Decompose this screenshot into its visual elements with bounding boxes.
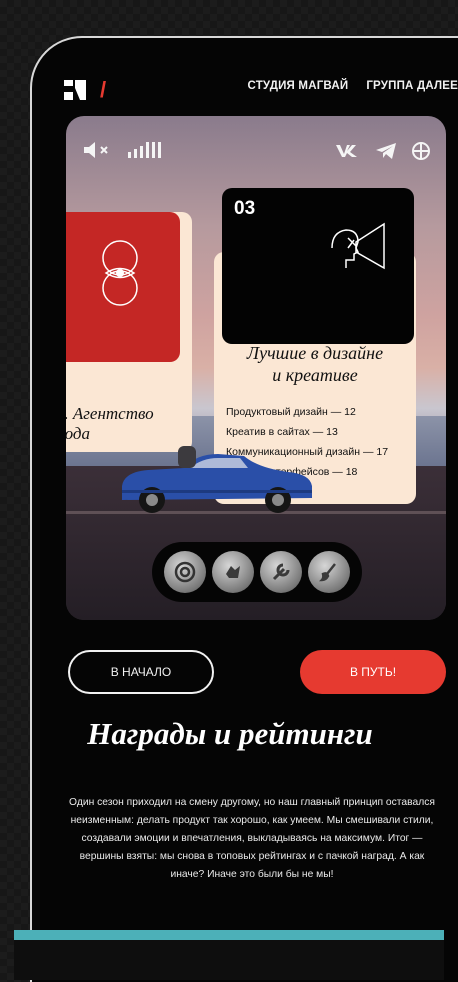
vk-icon[interactable] [336, 144, 360, 158]
sound-controls [84, 142, 161, 158]
logo-icon[interactable] [64, 80, 86, 100]
brush-badge-icon[interactable] [308, 551, 350, 593]
top-nav: СТУДИЯ МАГВАЙ ГРУППА ДАЛЕЕ [247, 80, 458, 92]
award-card-left-cover [66, 212, 180, 362]
slash-divider: / [100, 77, 107, 102]
target-badge-icon[interactable] [164, 551, 206, 593]
mute-icon[interactable] [84, 142, 114, 158]
award-item: Продуктовый дизайн — 12 [226, 406, 356, 418]
volume-bars-icon[interactable] [128, 142, 161, 158]
award-card-main-title: Лучшие в дизайне и креативе [246, 343, 384, 385]
start-journey-button[interactable]: В ПУТЬ! [300, 650, 446, 694]
illustration-scene: г. Агентство года Лучшие в дизайне и кре… [66, 116, 446, 620]
top-bar: / СТУДИЯ МАГВАЙ ГРУППА ДАЛЕЕ [64, 78, 458, 102]
globe-icon[interactable] [412, 142, 430, 160]
award-card-main-cover: 03 [222, 188, 414, 344]
award-card-number: 03 [234, 198, 256, 219]
social-icons [336, 142, 430, 160]
page-title: Награды и рейтинги [87, 716, 373, 751]
eye-circles-icon [102, 240, 138, 306]
head-megaphone-icon [331, 222, 385, 270]
nav-group-link[interactable]: ГРУППА ДАЛЕЕ [366, 80, 458, 92]
award-card-left[interactable]: г. Агентство года [66, 212, 192, 452]
award-card-left-title: г. Агентство года [66, 404, 154, 443]
phone-frame: / СТУДИЯ МАГВАЙ ГРУППА ДАЛЕЕ Агентство д… [30, 36, 458, 982]
award-item: Креатив в сайтах — 13 [226, 426, 338, 438]
wrench-badge-icon[interactable] [260, 551, 302, 593]
nav-studio-link[interactable]: СТУДИЯ МАГВАЙ [247, 80, 348, 92]
back-to-start-button[interactable]: В НАЧАЛО [68, 650, 214, 694]
intro-paragraph: Один сезон приходил на смену другому, но… [69, 797, 435, 880]
car-illustration [122, 446, 312, 513]
bottom-strip [14, 940, 444, 980]
scroll-progress-bar [14, 930, 444, 940]
telegram-icon[interactable] [376, 143, 396, 159]
badge-switcher [152, 542, 362, 602]
hand-badge-icon[interactable] [212, 551, 254, 593]
